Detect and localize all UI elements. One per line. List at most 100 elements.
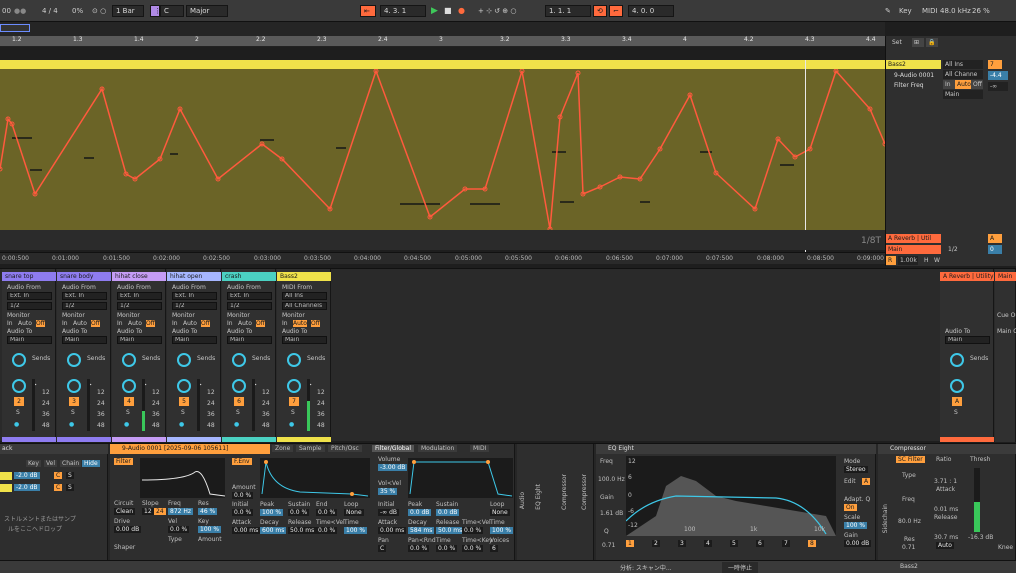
monitor-off[interactable]: Off bbox=[311, 320, 320, 327]
track-pan[interactable]: -∞ bbox=[988, 82, 1008, 91]
comp-freq-value[interactable]: 80.0 Hz bbox=[898, 518, 921, 525]
beat-ruler[interactable]: 1.2 1.3 1.4 2 2.2 2.3 2.4 3 3.2 3.3 3.4 4 4.2 4.3 4.4 bbox=[0, 36, 885, 47]
eq-band-toggle[interactable]: 7 bbox=[782, 540, 790, 547]
vel-value[interactable]: 0.0 % bbox=[168, 526, 190, 533]
output-select[interactable]: Main bbox=[117, 336, 162, 344]
send-knob[interactable] bbox=[287, 353, 301, 367]
arrangement-record-icon[interactable]: ⇤ bbox=[360, 5, 376, 17]
tab-sample[interactable]: Sample bbox=[296, 445, 325, 452]
return-solo-button[interactable]: S bbox=[954, 409, 958, 416]
arm-button[interactable]: ● bbox=[234, 421, 239, 428]
env-attack-value[interactable]: 0.00 ms bbox=[232, 527, 261, 534]
simpler-title[interactable]: 9-Audio 0001 [2025-09-06 105611] bbox=[110, 444, 270, 454]
input-type[interactable]: All Ins bbox=[943, 60, 983, 69]
output-select[interactable]: Main bbox=[227, 336, 272, 344]
send-knob[interactable] bbox=[177, 353, 191, 367]
eq-adapt-value[interactable]: On bbox=[844, 504, 857, 511]
monitor-in[interactable]: In bbox=[943, 80, 955, 89]
chain-2-volume[interactable]: -2.0 dB bbox=[14, 484, 40, 491]
send-knob[interactable] bbox=[232, 353, 246, 367]
arrangement-overview[interactable] bbox=[0, 22, 885, 36]
rack-key-tab[interactable]: Key bbox=[26, 460, 41, 467]
strip-track-name[interactable]: hihat close bbox=[112, 272, 166, 281]
eq-eight-device[interactable]: EQ Eight Freq 100.0 Hz Gain 1.61 dB Q 0.… bbox=[596, 444, 876, 561]
input-type-select[interactable]: Ext. In bbox=[117, 292, 162, 300]
input-type-select[interactable]: Ext. In bbox=[227, 292, 272, 300]
rack-hide-button[interactable]: Hide bbox=[82, 460, 100, 467]
input-type-select[interactable]: All Ins bbox=[282, 292, 327, 300]
monitor-auto[interactable]: Auto bbox=[293, 320, 307, 327]
amp-envelope-display[interactable] bbox=[408, 458, 513, 498]
send-knob[interactable] bbox=[12, 353, 26, 367]
rack-chain-tab[interactable]: Chain bbox=[60, 460, 82, 467]
amp-decay-value[interactable]: 584 ms bbox=[408, 527, 435, 534]
monitor-auto[interactable]: Auto bbox=[238, 320, 252, 327]
monitor-off[interactable]: Off bbox=[256, 320, 265, 327]
strip-track-name[interactable]: Bass2 bbox=[277, 272, 331, 281]
env-amount-value[interactable]: 0.0 % bbox=[232, 492, 254, 499]
filter-envelope-toggle[interactable]: F.Env bbox=[232, 458, 252, 465]
arm-button[interactable]: ● bbox=[289, 421, 294, 428]
main-value[interactable]: 0 bbox=[988, 245, 1002, 254]
env-initial-value[interactable]: 0.0 % bbox=[232, 509, 254, 516]
midi-note[interactable] bbox=[470, 203, 500, 205]
amp-release-value[interactable]: 50.0 ms bbox=[436, 527, 465, 534]
env-end-value[interactable]: 0.0 % bbox=[316, 509, 338, 516]
song-position[interactable]: 4. 3. 1 bbox=[380, 5, 426, 17]
track-name[interactable]: Bass2 bbox=[886, 60, 941, 69]
output-select[interactable]: Main bbox=[172, 336, 217, 344]
midi-note[interactable] bbox=[336, 147, 346, 149]
automation-envelope[interactable] bbox=[0, 69, 885, 230]
return-output[interactable]: Main bbox=[945, 336, 990, 344]
eq-band-toggle[interactable]: 5 bbox=[730, 540, 738, 547]
voices-value[interactable]: 6 bbox=[490, 545, 498, 552]
tab-pitch-osc[interactable]: Pitch/Osc bbox=[328, 445, 362, 452]
shaper-label[interactable]: Shaper bbox=[114, 544, 135, 551]
pan-knob[interactable] bbox=[67, 379, 81, 393]
env-release-value[interactable]: 50.0 ms bbox=[288, 527, 317, 534]
env-time-value[interactable]: 100 % bbox=[344, 527, 368, 534]
midi-label[interactable]: MIDI bbox=[922, 5, 938, 17]
return-send-knob[interactable] bbox=[950, 353, 964, 367]
drive-value[interactable]: 0.00 dB bbox=[114, 526, 142, 533]
time-signature[interactable]: 4 / 4 bbox=[42, 5, 58, 17]
eq-band-toggle[interactable]: 8 bbox=[808, 540, 816, 547]
eq-scale-value[interactable]: 100 % bbox=[844, 522, 868, 529]
pan-knob[interactable] bbox=[287, 379, 301, 393]
strip-track-name[interactable]: hihat open bbox=[167, 272, 221, 281]
send-knob[interactable] bbox=[67, 353, 81, 367]
track-number[interactable]: 7 bbox=[988, 60, 1002, 69]
res-value[interactable]: 46 % bbox=[198, 508, 218, 515]
midi-note[interactable] bbox=[552, 151, 566, 153]
track-activator[interactable]: 3 bbox=[69, 397, 79, 406]
monitor-auto[interactable]: Auto bbox=[128, 320, 142, 327]
midi-note[interactable] bbox=[12, 137, 32, 139]
key-root-menu[interactable]: C bbox=[160, 5, 184, 17]
mixer-strip[interactable]: hihat close Audio From Ext. In 1/2 Monit… bbox=[112, 269, 166, 442]
overview-viewport[interactable] bbox=[0, 24, 30, 32]
quantize-menu[interactable]: 1 Bar bbox=[112, 5, 144, 17]
main-strip-name[interactable]: Main bbox=[995, 272, 1016, 281]
main-track[interactable]: Main bbox=[886, 245, 941, 254]
pencil-icon[interactable]: ✎ bbox=[885, 5, 891, 17]
chain-2-clip[interactable]: C bbox=[54, 484, 63, 491]
scale-icon[interactable]: ⋮ bbox=[150, 5, 161, 17]
solo-button[interactable]: S bbox=[181, 409, 185, 416]
pause-button[interactable]: 一時停止 bbox=[722, 562, 759, 573]
slope-12[interactable]: 12 bbox=[142, 508, 154, 515]
pan-knob[interactable] bbox=[122, 379, 136, 393]
pan-knob[interactable] bbox=[232, 379, 246, 393]
amp-attack-value[interactable]: 0.00 ms bbox=[378, 527, 407, 534]
input-channel-select[interactable]: All Channels bbox=[282, 302, 327, 310]
mixer-strip[interactable]: snare top Audio From Ext. In 1/2 Monitor… bbox=[2, 269, 56, 442]
output-select[interactable]: Main bbox=[62, 336, 107, 344]
filter-envelope-display[interactable] bbox=[260, 458, 370, 498]
eq-gain-value[interactable]: 1.61 dB bbox=[600, 510, 623, 517]
chain-1-clip[interactable]: C bbox=[54, 472, 63, 479]
volume-value[interactable]: -3.00 dB bbox=[378, 464, 408, 471]
output-select[interactable]: Main bbox=[282, 336, 327, 344]
input-channel-select[interactable]: 1/2 bbox=[117, 302, 162, 310]
loop-icon[interactable]: ⟲ bbox=[593, 5, 607, 17]
strip-track-name[interactable]: snare body bbox=[57, 272, 111, 281]
time-key-value[interactable]: 0.0 % bbox=[462, 545, 484, 552]
